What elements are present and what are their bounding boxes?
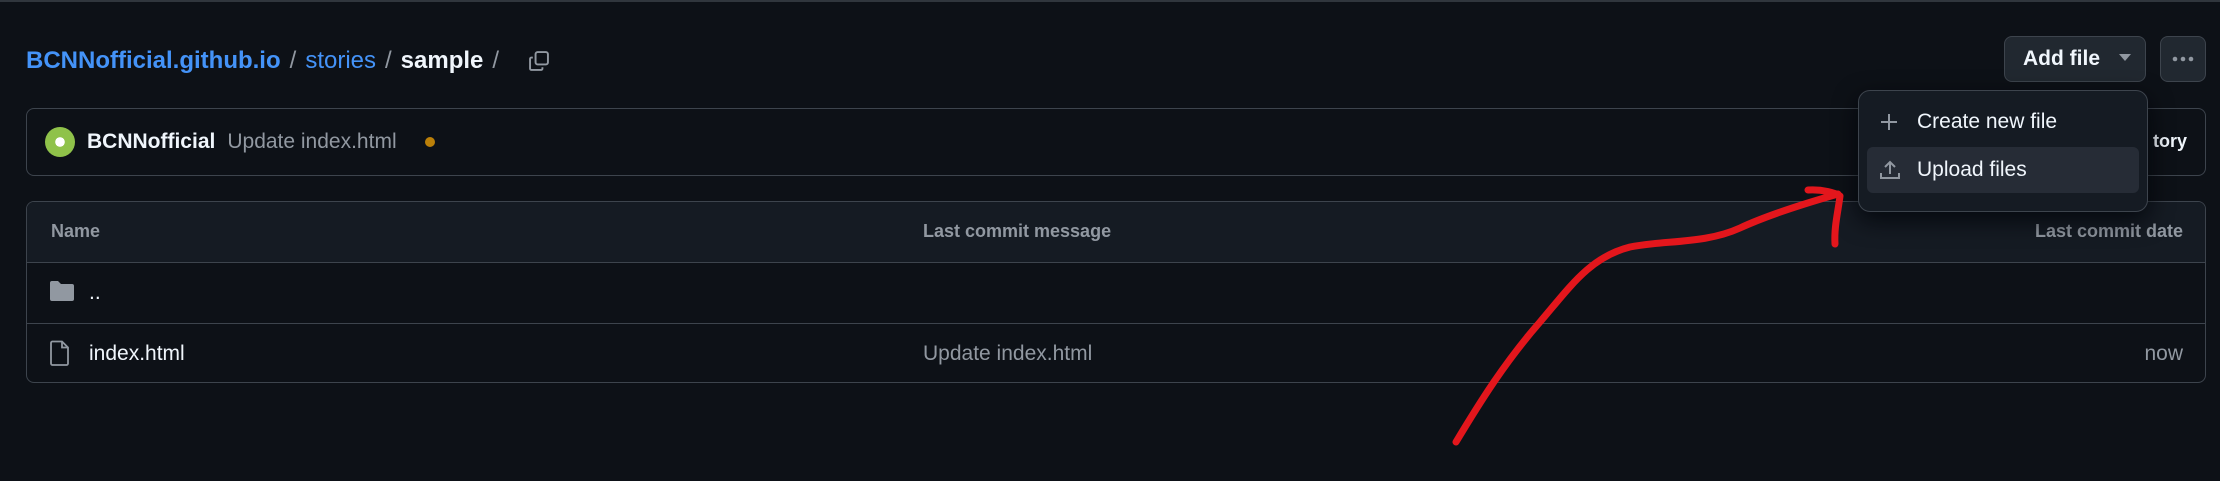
commit-status-dot[interactable] — [424, 137, 435, 147]
add-file-menu: Create new file Upload files — [1858, 90, 2148, 212]
menu-item-upload-files[interactable]: Upload files — [1867, 147, 2139, 193]
breadcrumb: BCNNofficial.github.io / stories / sampl… — [26, 44, 556, 78]
breadcrumb-separator: / — [385, 47, 392, 74]
commit-author-link[interactable]: BCNNofficial — [87, 130, 215, 154]
table-row[interactable]: .. — [27, 263, 2205, 324]
chevron-down-icon — [2119, 54, 2131, 61]
add-file-label: Add file — [2023, 47, 2100, 70]
menu-item-label: Upload files — [1917, 158, 2027, 181]
column-header-name: Name — [51, 221, 101, 241]
file-icon — [49, 340, 71, 372]
column-header-date: Last commit date — [2034, 221, 2183, 241]
kebab-horizontal-icon — [2172, 56, 2194, 62]
menu-item-create-new-file[interactable]: Create new file — [1867, 99, 2139, 145]
file-name-link[interactable]: index.html — [89, 342, 185, 366]
commit-message-link[interactable]: Update index.html — [227, 130, 396, 154]
more-options-button[interactable] — [2160, 36, 2206, 82]
add-file-button[interactable]: Add file — [2004, 36, 2146, 82]
upload-icon — [1879, 159, 1901, 181]
file-commit-message-link[interactable]: Update index.html — [923, 342, 1092, 366]
plus-icon — [1879, 112, 1901, 132]
breadcrumb-current: sample — [400, 47, 484, 74]
menu-item-label: Create new file — [1917, 110, 2058, 133]
avatar[interactable] — [45, 127, 75, 157]
folder-icon — [49, 279, 75, 309]
breadcrumb-folder-link[interactable]: stories — [305, 44, 376, 78]
file-commit-date: now — [2144, 342, 2183, 365]
breadcrumb-separator: / — [289, 47, 297, 74]
copy-path-button[interactable] — [522, 44, 556, 78]
copy-icon — [529, 51, 549, 71]
history-link[interactable]: tory — [2153, 131, 2187, 152]
table-row[interactable]: index.html Update index.html now — [27, 324, 2205, 382]
breadcrumb-separator: / — [492, 47, 500, 74]
file-browser-page: BCNNofficial.github.io / stories / sampl… — [0, 0, 2220, 481]
column-header-message: Last commit message — [923, 221, 1112, 241]
breadcrumb-repo-link[interactable]: BCNNofficial.github.io — [26, 44, 281, 78]
file-table: Name Last commit message Last commit dat… — [26, 201, 2206, 383]
parent-directory-link[interactable]: .. — [89, 281, 101, 305]
